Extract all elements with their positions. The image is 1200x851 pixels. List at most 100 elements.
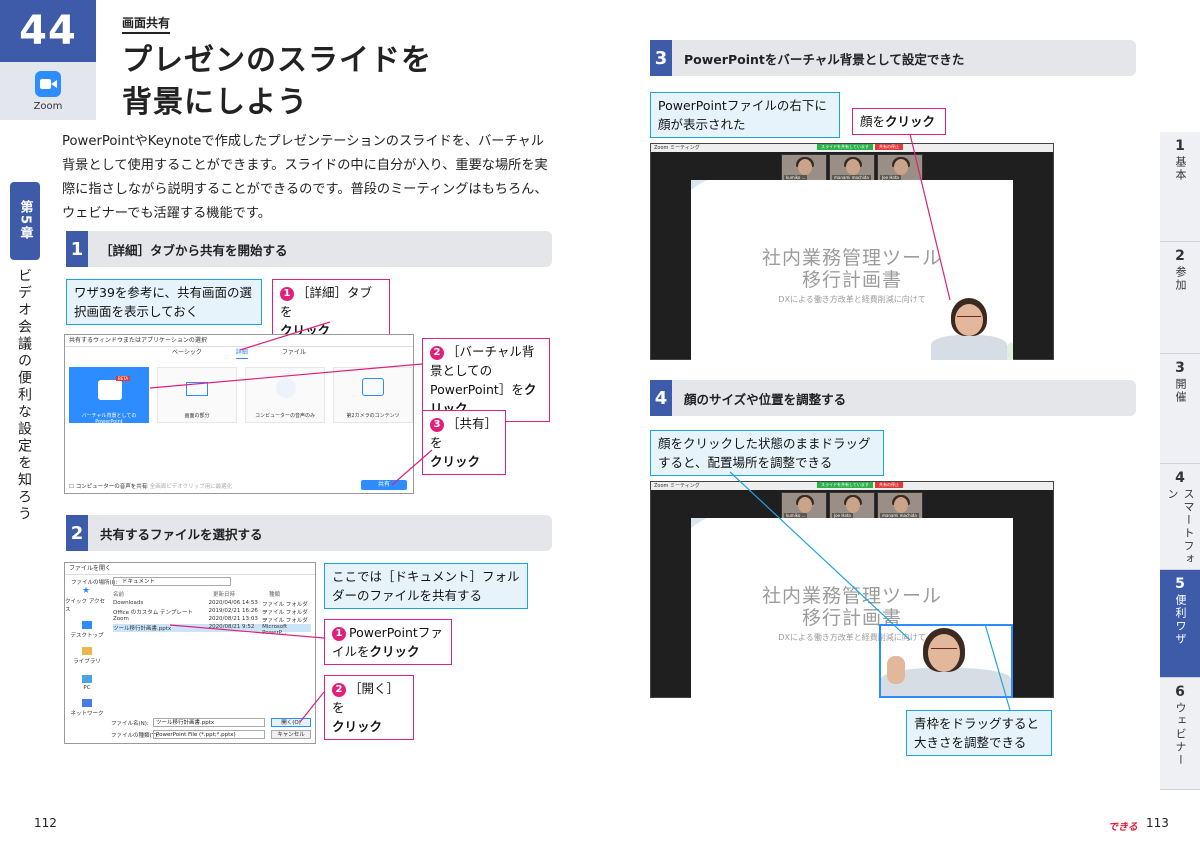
step-number: 3 [650,40,672,76]
index-tab-6[interactable]: 6 ウェビナー [1160,678,1200,790]
step-title: PowerPointをバーチャル背景として設定できた [684,51,965,67]
participant-thumb[interactable]: Joe Hata [877,154,923,182]
stop-share-button[interactable]: 共有の停止 [875,144,903,150]
tile-computer-audio[interactable]: コンピューターの音声のみ [245,367,325,423]
step3-note: PowerPointファイルの右下に顔が表示された [650,92,840,138]
file-row-selected[interactable]: ツール移行計画書.pptx 2020/08/21 9:52 Microsoft Po… [113,624,311,636]
tile-second-camera[interactable]: 第2カメラのコンテンツ [333,367,413,423]
tab-basic[interactable]: ベーシック [172,345,202,359]
audio-checkbox[interactable]: ☐ コンピューターの音声を共有 [69,482,147,490]
callout-text: 顔を [860,114,886,129]
location-select[interactable]: ドキュメント [113,577,231,586]
powerpoint-icon [98,380,122,400]
place-label: クイック アクセス [65,599,105,613]
place-quick-access[interactable]: ★ クイック アクセス [65,587,109,614]
participant-thumb[interactable]: manami machida [829,154,875,182]
step-1-header: 1 ［詳細］タブから共有を開始する [66,231,552,267]
step-number: 2 [66,515,88,551]
tab-advanced[interactable]: 詳細 [235,345,248,359]
raised-hand [887,656,905,684]
place-network[interactable]: ネットワーク [65,691,109,717]
participant-thumb[interactable]: Joe Hata [829,492,875,520]
file-type: ファイル フォルダー [262,610,308,624]
index-tab-1[interactable]: 1 基本 [1160,132,1200,242]
marker-3: 3 [430,418,444,432]
step2-callout-1: 1 PowerPointファイルをクリック [324,619,452,665]
slide-title-1: 社内業務管理ツール [761,247,942,269]
file-name: ツール移行計画書.pptx [113,626,172,632]
file-row[interactable]: Office のカスタム テンプレート 2019/02/21 16:26 ファイル … [113,608,311,624]
callout-action: クリック [369,644,420,659]
tab-files[interactable]: ファイル [282,345,306,359]
marker-1: 1 [332,627,346,641]
place-pc[interactable]: PC [65,665,109,691]
meeting-screenshot-step4: Zoom ミーティング スライドを共有しています 共有の停止 kumiko ..… [650,481,1054,698]
file-row[interactable]: Downloads 2020/04/06 14:53 ファイル フォルダー [113,600,311,616]
tile-powerpoint-background[interactable]: BETA バーチャル背景としてのPowerPoint [69,367,149,425]
step-title: ［詳細］タブから共有を開始する [100,242,288,258]
lesson-number: 44 [0,0,96,62]
step4-note: 顔をクリックした状態のままドラッグすると、配置場所を調整できる [650,430,884,476]
filename-input[interactable]: ツール移行計画書.pptx [153,718,265,727]
place-library[interactable]: ライブラリ [65,639,109,665]
index-tab-4[interactable]: 4 スマートフォン [1160,464,1200,570]
filetype-select[interactable]: PowerPoint File (*.ppt;*.pptx) [153,730,265,739]
index-word: 基本 [1174,156,1187,182]
presenter-face[interactable] [931,298,1007,360]
callout-action: クリック [430,454,481,469]
index-digit: 2 [1175,248,1185,264]
step-4-header: 4 顔のサイズや位置を調整する [650,380,1136,416]
index-digit: 3 [1175,360,1185,376]
library-icon [82,647,92,655]
filename-label: ファイル名(N): [111,721,149,727]
stop-share-button[interactable]: 共有の停止 [875,482,903,488]
place-label: ライブラリ [73,659,101,665]
filetype-label: ファイルの種類(T): [111,733,160,739]
file-dialog-screenshot: ファイルを開く ファイルの場所(I): ドキュメント ★ クイック アクセス デス… [64,562,316,744]
participant-thumb[interactable]: manami machida [877,492,923,520]
file-type: ファイル フォルダー [262,618,308,632]
checkbox-label: 全画面ビデオクリップ用に最適化 [149,484,233,490]
share-dialog-screenshot: 共有するウィンドウまたはアプリケーションの選択 ベーシック 詳細 ファイル BE… [64,334,414,494]
callout-text: ［バーチャル背景としてのPowerPoint］を [430,344,535,397]
place-desktop[interactable]: デスクトップ [65,613,109,639]
zoom-icon [35,70,61,97]
dialog-tabs: ベーシック 詳細 ファイル [65,345,413,359]
col-type[interactable]: 種類 [269,590,280,598]
marker-2: 2 [430,346,444,360]
step1-note: ワザ39を参考に、共有画面の選択画面を表示しておく [66,279,262,325]
title-line-1: プレゼンのスライドを [122,43,432,78]
step-title: 共有するファイルを選択する [100,526,263,542]
dialog-title: ファイルを開く [65,563,315,575]
index-tab-3[interactable]: 3 開催 [1160,354,1200,464]
checkbox-label: コンピューターの音声を共有 [75,484,148,490]
file-row[interactable]: Zoom 2020/08/21 13:03 ファイル フォルダー [113,616,311,632]
optimize-checkbox[interactable]: ☐ 全画面ビデオクリップ用に最適化 [143,482,232,490]
network-icon [82,699,92,707]
file-date: 2020/08/21 13:03 [208,616,258,622]
tile-screen-portion[interactable]: 画面の部分 [157,367,237,423]
share-button[interactable]: 共有 [361,480,407,490]
file-date: 2020/08/21 9:52 [208,624,255,630]
location-label: ファイルの場所(I): [71,580,118,586]
file-name: Zoom [113,616,129,622]
callout-action: クリック [885,114,936,129]
file-date: 2020/04/06 14:53 [208,600,258,606]
chapter-description: ビデオ会議の便利な設定を知ろう [16,268,32,523]
right-page-number: 113 [1146,816,1169,830]
participant-thumb[interactable]: kumiko ... [781,492,827,520]
brand-logo: できる [1108,822,1138,833]
index-tab-2[interactable]: 2 参加 [1160,242,1200,354]
slide-background: 社内業務管理ツール 移行計画書 DXによる働き方改革と経費削減に向けて [691,180,1013,360]
col-date[interactable]: 更新日時 [213,590,269,598]
col-name[interactable]: 名前 [113,590,213,598]
intro-paragraph: PowerPointやKeynoteで作成したプレゼンテーションのスライドを、バ… [62,134,548,221]
presenter-face-resizable[interactable] [879,624,1013,698]
index-tab-5[interactable]: 5 便利ワザ [1160,570,1200,678]
participant-thumb[interactable]: kumiko ... [781,154,827,182]
page-title: プレゼンのスライドを 背景にしよう [122,40,432,124]
file-name: Downloads [113,600,144,606]
cancel-button[interactable]: キャンセル [271,730,311,739]
step4-note-resize: 青枠をドラッグすると大きさを調整できる [906,710,1052,756]
open-button[interactable]: 開く(O) [271,718,311,727]
